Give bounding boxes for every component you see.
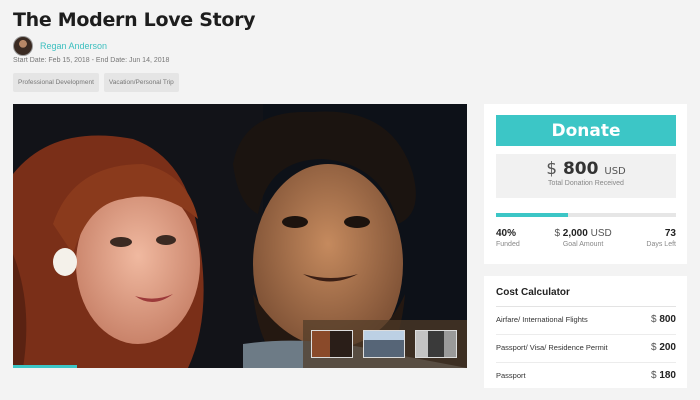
goal-currency: USD <box>590 228 612 239</box>
author-name-link[interactable]: Regan Anderson <box>40 41 107 51</box>
cost-currency-symbol: $ <box>650 370 657 381</box>
campaign-title: The Modern Love Story <box>13 9 256 31</box>
campaign-dates: Start Date: Feb 15, 2018 - End Date: Jun… <box>13 57 170 64</box>
thumbnail-strip <box>303 320 467 368</box>
cost-currency-symbol: $ <box>650 314 657 325</box>
cost-item-value: 180 <box>659 370 676 381</box>
goal-amount: 2,000 <box>562 228 588 239</box>
received-amount: 800 <box>562 159 599 179</box>
row-divider <box>496 362 676 363</box>
received-currency: USD <box>604 166 626 177</box>
cost-item-amount: $ 800 <box>651 314 676 325</box>
author-row: Regan Anderson <box>13 36 107 56</box>
thumbnail-3[interactable] <box>415 330 457 358</box>
thumbnail-2[interactable] <box>363 330 405 358</box>
stat-funded: 40% Funded <box>496 228 520 248</box>
days-left-value: 73 <box>664 228 676 239</box>
author-avatar[interactable] <box>13 36 33 56</box>
goal-value: $ 2,000 USD <box>554 228 611 239</box>
goal-currency-symbol: $ <box>554 228 560 239</box>
funding-stats: 40% Funded $ 2,000 USD Goal Amount 73 Da… <box>496 228 676 248</box>
calculator-title: Cost Calculator <box>496 287 570 298</box>
stat-days-left: 73 Days Left <box>646 228 676 248</box>
calculator-row: Airfare/ International Flights $ 800 <box>496 314 676 325</box>
cost-item-value: 800 <box>659 314 676 325</box>
cost-item-amount: $ 200 <box>651 342 676 353</box>
thumbnail-1[interactable] <box>311 330 353 358</box>
goal-label: Goal Amount <box>562 241 604 248</box>
cost-item-label: Airfare/ International Flights <box>496 315 588 324</box>
cost-item-amount: $ 180 <box>651 370 676 381</box>
calculator-row: Passport/ Visa/ Residence Permit $ 200 <box>496 342 676 353</box>
tag-professional-development[interactable]: Professional Development <box>13 73 99 92</box>
calculator-row: Passport $ 180 <box>496 370 676 381</box>
cost-calculator-card: Cost Calculator Airfare/ International F… <box>484 276 687 388</box>
tag-list: Professional Development Vacation/Person… <box>13 73 179 92</box>
stat-goal: $ 2,000 USD Goal Amount <box>554 228 611 248</box>
received-label: Total Donation Received <box>548 180 624 187</box>
row-divider <box>496 334 676 335</box>
funding-progress-bar <box>496 213 676 217</box>
days-left-label: Days Left <box>646 241 676 248</box>
funded-value: 40% <box>496 228 517 239</box>
calculator-divider <box>496 306 676 307</box>
received-currency-symbol: $ <box>546 159 558 179</box>
cost-item-label: Passport/ Visa/ Residence Permit <box>496 343 608 352</box>
funding-progress-fill <box>496 213 568 217</box>
cost-item-value: 200 <box>659 342 676 353</box>
donation-card: Donate $ 800 USD Total Donation Received… <box>484 104 687 264</box>
tag-vacation-personal-trip[interactable]: Vacation/Personal Trip <box>103 73 179 92</box>
hero-photo[interactable] <box>13 104 467 368</box>
received-amount-line: $ 800 USD <box>496 159 676 179</box>
donate-button[interactable]: Donate <box>496 115 676 146</box>
donation-received-box: $ 800 USD Total Donation Received <box>496 154 676 198</box>
funded-label: Funded <box>496 241 520 248</box>
cost-currency-symbol: $ <box>650 342 657 353</box>
cost-item-label: Passport <box>496 371 526 380</box>
gallery-progress-bar <box>13 365 77 368</box>
